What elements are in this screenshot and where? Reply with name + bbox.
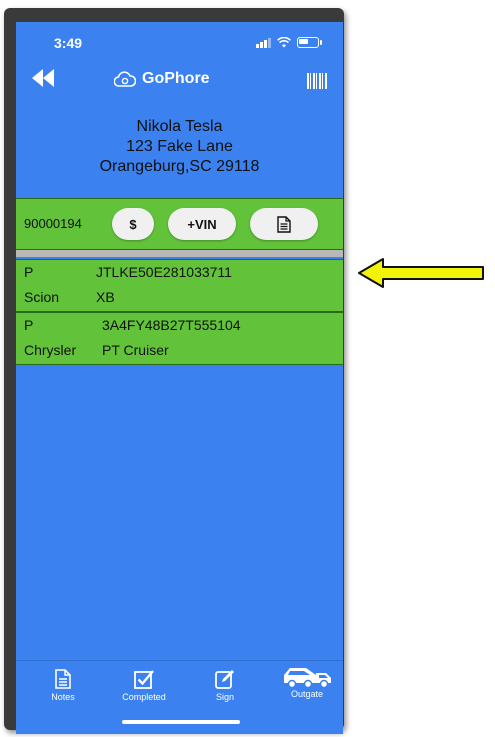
tab-outgate-label: Outgate [290,689,324,699]
document-button[interactable] [250,208,318,240]
price-button[interactable]: $ [112,208,154,240]
notes-icon [55,669,71,689]
vehicle-model: XB [96,289,115,305]
status-icons [256,37,322,48]
tab-completed[interactable]: Completed [109,669,179,702]
tow-truck-icon [284,668,331,689]
vehicle-vin: 3A4FY48B27T555104 [102,317,241,333]
vehicle-row[interactable]: P JTLKE50E281033711 Scion XB [16,259,343,312]
phone-frame: 3:49 GoPhore Nikola Tesla 123 Fake Lane … [4,8,344,734]
checkbox-icon [134,670,154,689]
app-title: GoPhore [142,70,210,87]
barcode-scan-icon[interactable] [307,73,327,89]
app-brand: GoPhore [114,70,210,88]
vehicle-make: Scion [24,289,60,305]
yellow-arrow-icon [358,258,484,288]
vehicle-make: Chrysler [24,342,77,358]
tab-notes[interactable]: Notes [28,669,98,702]
tab-sign[interactable]: Sign [190,669,260,702]
customer-address: Nikola Tesla 123 Fake Lane Orangeburg,SC… [16,117,343,177]
sign-pencil-icon [215,670,234,689]
tab-notes-label: Notes [51,692,75,702]
home-indicator [122,720,240,724]
vehicle-vin: JTLKE50E281033711 [96,264,232,280]
tab-completed-label: Completed [122,692,166,702]
vehicle-flag: P [24,317,34,333]
customer-name: Nikola Tesla [136,118,223,135]
battery-icon [297,37,322,48]
stock-number: 90000194 [24,216,82,231]
add-vin-button-label: +VIN [187,216,217,232]
add-vin-button[interactable]: +VIN [168,208,236,240]
vehicle-flag: P [24,264,34,280]
list-separator [16,250,343,257]
price-button-label: $ [129,216,137,232]
vehicle-model: PT Cruiser [102,342,169,358]
customer-city-state-zip: Orangeburg,SC 29118 [99,158,260,175]
status-bar: 3:49 [16,22,343,62]
rewind-back-icon[interactable] [32,68,54,92]
order-action-bar: 90000194 $ +VIN [16,198,343,250]
customer-street: 123 Fake Lane [126,138,233,155]
cloud-logo-icon [114,71,136,87]
document-icon [277,215,291,233]
status-time: 3:49 [54,35,83,51]
app-screen: 3:49 GoPhore Nikola Tesla 123 Fake Lane … [16,22,343,734]
vehicle-row[interactable]: P 3A4FY48B27T555104 Chrysler PT Cruiser [16,312,343,365]
tab-sign-label: Sign [215,692,234,702]
nav-bar: GoPhore [16,62,343,102]
tab-outgate[interactable]: Outgate [272,665,342,699]
wifi-icon [277,37,291,48]
cellular-signal-icon [256,37,271,48]
